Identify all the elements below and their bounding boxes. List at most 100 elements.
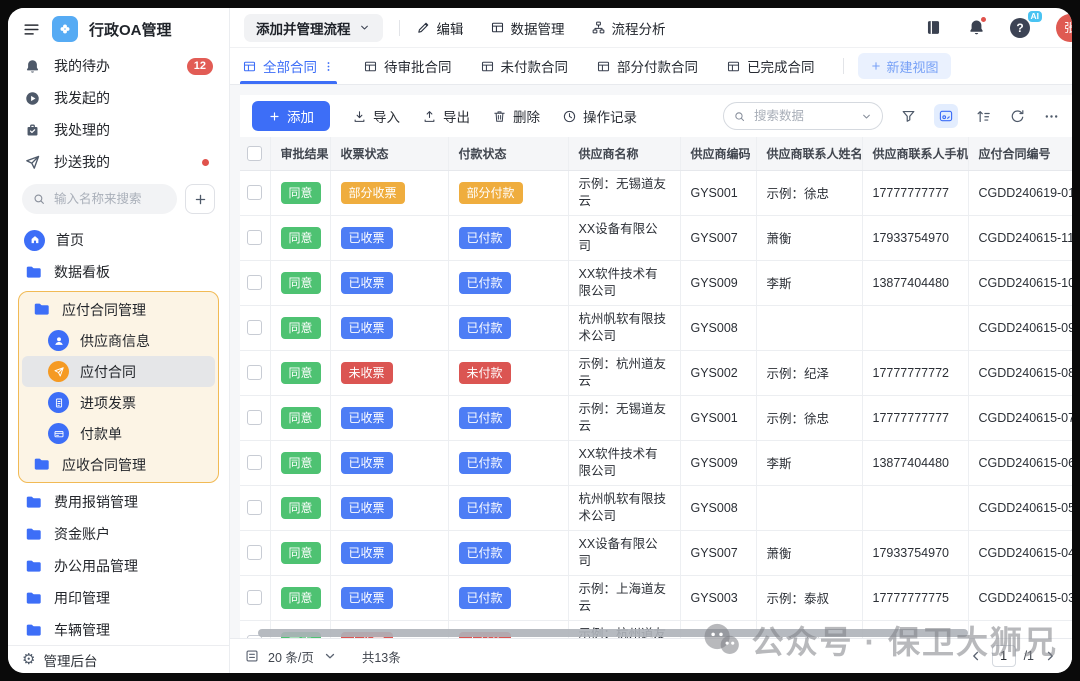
- column-header[interactable]: 应付合同编号: [968, 137, 1072, 170]
- new-view-button[interactable]: 新建视图: [858, 53, 951, 79]
- table-row[interactable]: 同意已收票已付款示例：上海道友云GYS003示例：泰叔17777777775CG…: [240, 575, 1072, 620]
- sidebar-item-seal-mgmt[interactable]: 用印管理: [8, 582, 229, 614]
- next-page-icon[interactable]: [1042, 648, 1058, 664]
- row-checkbox[interactable]: [247, 365, 262, 380]
- row-checkbox[interactable]: [247, 320, 262, 335]
- sidebar-item-home[interactable]: 首页: [8, 224, 229, 256]
- column-header[interactable]: 供应商联系人姓名: [756, 137, 862, 170]
- tab-4[interactable]: 已完成合同: [726, 48, 815, 84]
- table-row[interactable]: 同意未收票未付款示例：杭州道友云GYS002示例：纪泽17777777772CG…: [240, 350, 1072, 395]
- table-row[interactable]: 同意已收票已付款杭州帆软有限技术公司GYS008CGDD240615-05: [240, 485, 1072, 530]
- sidebar-item-admin-backend[interactable]: ⚙ 管理后台: [8, 645, 229, 673]
- phone-cell: 17777777777: [862, 395, 968, 440]
- sidebar-item-input-invoice[interactable]: 进项发票: [22, 387, 215, 418]
- select-all-checkbox[interactable]: [247, 146, 262, 161]
- refresh-icon[interactable]: [1009, 108, 1026, 125]
- sidebar-item-supplier-info[interactable]: 供应商信息: [22, 325, 215, 356]
- tab-2[interactable]: 未付款合同: [480, 48, 569, 84]
- sidebar-item-office-supplies[interactable]: 办公用品管理: [8, 550, 229, 582]
- contact-cell: 李斯: [756, 440, 862, 485]
- unread-dot: [202, 159, 209, 166]
- sidebar-item-vehicle-mgmt[interactable]: 车辆管理: [8, 614, 229, 645]
- tab-3[interactable]: 部分付款合同: [596, 48, 698, 84]
- user-avatar[interactable]: 张: [1056, 14, 1072, 42]
- approval-cell: 同意: [270, 260, 330, 305]
- row-checkbox[interactable]: [247, 500, 262, 515]
- sidebar-item-dashboard[interactable]: 数据看板: [8, 256, 229, 288]
- contact-cell: 示例：徐忠: [756, 170, 862, 215]
- table-search-box[interactable]: [723, 102, 883, 130]
- import-button[interactable]: 导入: [352, 106, 400, 126]
- sidebar-item-capital-account[interactable]: 资金账户: [8, 518, 229, 550]
- column-header[interactable]: 供应商联系人手机: [862, 137, 968, 170]
- sidebar-item-payable-contract-mgmt[interactable]: 应付合同管理: [22, 294, 215, 325]
- table-search-input[interactable]: [752, 108, 854, 124]
- notification-dot: [980, 16, 987, 23]
- supplier-cell: 示例：无锡道友云: [568, 170, 680, 215]
- row-checkbox[interactable]: [247, 545, 262, 560]
- view-config-button[interactable]: [934, 104, 958, 128]
- table-row[interactable]: 同意部分收票部分付款示例：无锡道友云GYS001示例：徐忠17777777777…: [240, 170, 1072, 215]
- column-header[interactable]: 付款状态: [448, 137, 568, 170]
- tab-1[interactable]: 待审批合同: [363, 48, 452, 84]
- row-checkbox[interactable]: [247, 455, 262, 470]
- flow-analysis-button[interactable]: 流程分析: [591, 18, 666, 38]
- edit-button[interactable]: 编辑: [416, 18, 464, 38]
- sidebar-item-receivable-contract-mgmt[interactable]: 应收合同管理: [22, 449, 215, 480]
- filter-icon[interactable]: [900, 108, 917, 125]
- row-checkbox[interactable]: [247, 185, 262, 200]
- page-size-select[interactable]: 20 条/页: [244, 647, 338, 666]
- sort-icon[interactable]: [975, 108, 992, 125]
- payment-status-badge: 已付款: [459, 227, 511, 249]
- prev-page-icon[interactable]: [968, 648, 984, 664]
- sidebar-item-processed[interactable]: 我处理的: [8, 114, 229, 146]
- current-page-box[interactable]: 1: [992, 645, 1016, 667]
- data-manage-button[interactable]: 数据管理: [490, 18, 565, 38]
- table-row[interactable]: 同意已收票已付款XX软件技术有限公司GYS009李斯13877404480CGD…: [240, 440, 1072, 485]
- contact-cell: 示例：纪泽: [756, 350, 862, 395]
- add-module-button[interactable]: [185, 184, 215, 214]
- sidebar-item-expense-mgmt[interactable]: 费用报销管理: [8, 486, 229, 518]
- hamburger-menu-icon[interactable]: [22, 20, 41, 39]
- add-button[interactable]: 添加: [252, 101, 330, 131]
- grid-icon: [363, 59, 378, 74]
- column-header[interactable]: 审批结果: [270, 137, 330, 170]
- sidebar-item-payment-slip[interactable]: 付款单: [22, 418, 215, 449]
- column-header[interactable]: 供应商名称: [568, 137, 680, 170]
- table-row[interactable]: 同意已收票已付款杭州帆软有限技术公司GYS008CGDD240615-09: [240, 305, 1072, 350]
- column-header[interactable]: 供应商编码: [680, 137, 756, 170]
- notebook-panel-icon[interactable]: [924, 18, 943, 37]
- sidebar-item-todo[interactable]: 我的待办12: [8, 50, 229, 82]
- history-button[interactable]: 操作记录: [562, 106, 637, 126]
- pager: 1 /1: [968, 645, 1058, 667]
- table-row[interactable]: 同意已收票已付款XX软件技术有限公司GYS009李斯13877404480CGD…: [240, 260, 1072, 305]
- row-checkbox[interactable]: [247, 230, 262, 245]
- tab-0[interactable]: 全部合同: [242, 48, 335, 84]
- notification-bell[interactable]: [967, 18, 986, 37]
- sidebar-item-cc-me[interactable]: 抄送我的: [8, 146, 229, 178]
- payment-status-badge: 部分付款: [459, 182, 523, 204]
- row-checkbox[interactable]: [247, 410, 262, 425]
- table-row[interactable]: 同意已收票已付款XX设备有限公司GYS007萧衡17933754970CGDD2…: [240, 530, 1072, 575]
- table-row[interactable]: 同意已收票已付款示例：无锡道友云GYS001示例：徐忠17777777777CG…: [240, 395, 1072, 440]
- phone-cell: [862, 485, 968, 530]
- row-checkbox[interactable]: [247, 275, 262, 290]
- sidebar-item-payable-contract[interactable]: 应付合同: [22, 356, 215, 387]
- more-actions-icon[interactable]: [1043, 108, 1060, 125]
- table-row[interactable]: 同意已收票已付款XX设备有限公司GYS007萧衡17933754970CGDD2…: [240, 215, 1072, 260]
- contract-no-cell: CGDD240615-11: [968, 215, 1072, 260]
- sidebar-search-box[interactable]: [22, 184, 177, 214]
- tab-menu-icon[interactable]: [322, 60, 335, 73]
- help-button[interactable]: ? AI: [1010, 18, 1030, 38]
- horizontal-scrollbar[interactable]: [258, 629, 968, 637]
- column-header[interactable]: 收票状态: [330, 137, 448, 170]
- sidebar-search-input[interactable]: [52, 191, 167, 207]
- divider: [399, 20, 400, 36]
- delete-button[interactable]: 删除: [492, 106, 540, 126]
- payment-status-badge: 已付款: [459, 452, 511, 474]
- supplier-cell: XX软件技术有限公司: [568, 260, 680, 305]
- row-checkbox[interactable]: [247, 590, 262, 605]
- flow-manage-dropdown[interactable]: 添加并管理流程: [244, 14, 383, 42]
- sidebar-item-initiated[interactable]: 我发起的: [8, 82, 229, 114]
- export-button[interactable]: 导出: [422, 106, 470, 126]
